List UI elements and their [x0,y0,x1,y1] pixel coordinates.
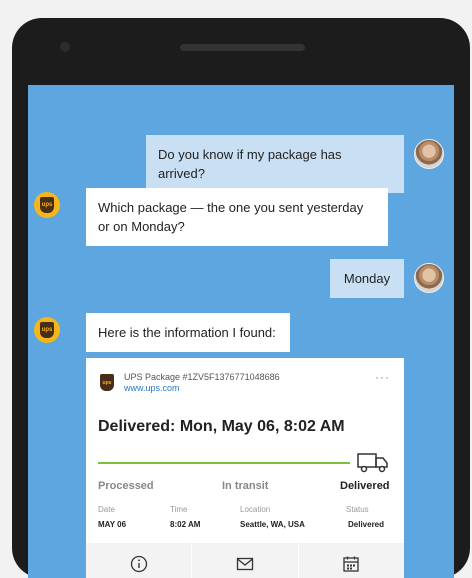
ups-logo-icon: ups [100,374,114,391]
ups-bot-avatar[interactable]: ups [34,192,60,218]
user-message-bubble: Monday [330,259,404,298]
info-icon [130,555,147,573]
info-button[interactable] [86,543,193,578]
message-text: Monday [343,271,391,286]
location-value: Seattle, WA, USA [240,520,305,529]
ups-link[interactable]: www.ups.com [124,383,280,394]
card-header: ups UPS Package #1ZV5F1376771048686 www.… [100,372,280,394]
stage-delivered: Delivered [340,480,390,492]
message-text: Here is the information I found: [98,325,276,340]
user-avatar[interactable] [414,139,444,169]
ups-logo-icon: ups [40,322,54,338]
chat-screen[interactable]: Do you know if my package has arrived? u… [28,85,454,578]
time-label: Time [170,505,188,514]
user-avatar[interactable] [414,263,444,293]
date-label: Date [98,505,115,514]
status-value: Delivered [348,520,385,529]
stage-in-transit: In transit [222,480,269,492]
message-text: Do you know if my package has arrived? [158,147,342,181]
email-button[interactable] [192,543,299,578]
date-value: MAY 06 [98,520,127,529]
delivery-title: Delivered: Mon, May 06, 8:02 AM [98,418,345,435]
phone-frame: Do you know if my package has arrived? u… [12,18,470,578]
more-options-button[interactable]: ··· [375,370,390,384]
truck-icon [357,453,388,473]
bot-message-bubble: Which package — the one you sent yesterd… [86,188,388,246]
bot-message-bubble: Here is the information I found: [86,313,290,352]
calendar-icon [343,556,359,572]
ups-bot-avatar[interactable]: ups [34,317,60,343]
mail-icon [236,557,254,571]
package-tracking-card[interactable]: ups UPS Package #1ZV5F1376771048686 www.… [86,358,404,578]
calendar-button[interactable] [299,543,404,578]
package-number: UPS Package #1ZV5F1376771048686 [124,372,280,382]
status-label: Status [346,505,369,514]
message-text: Which package — the one you sent yesterd… [98,200,364,234]
user-message-bubble: Do you know if my package has arrived? [146,135,404,193]
speaker-grille [180,44,305,51]
card-action-bar [86,543,404,578]
delivery-progress-bar [98,462,350,464]
ups-logo-icon: ups [40,197,54,213]
stage-processed: Processed [98,480,154,492]
time-value: 8:02 AM [170,520,201,529]
camera-icon [60,42,70,52]
location-label: Location [240,505,271,514]
